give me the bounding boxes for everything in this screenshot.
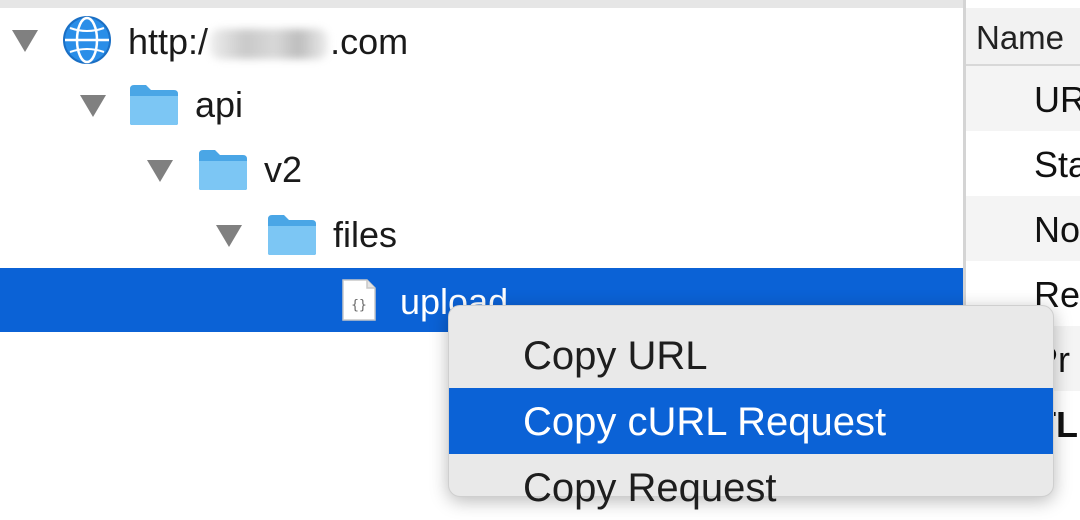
disclosure-triangle-icon[interactable] [12,30,38,52]
folder-icon [199,150,247,190]
menu-item-copy-request[interactable]: Copy Request [449,454,1053,520]
host-label: http:/.com [128,21,409,62]
tree-label: api [195,84,244,125]
folder-icon [130,85,178,125]
top-toolbar-edge [0,0,1080,8]
tree-row-files[interactable]: files [0,203,963,267]
svg-text:{}: {} [351,298,367,313]
disclosure-triangle-icon[interactable] [80,95,106,117]
menu-item-copy-curl-request[interactable]: Copy cURL Request [449,388,1053,454]
json-file-icon: {} [342,279,376,321]
globe-icon [63,16,111,64]
tree-label: files [333,214,398,255]
disclosure-triangle-icon[interactable] [216,225,242,247]
tree-row-v2[interactable]: v2 [0,138,963,202]
redacted-domain [210,29,329,60]
inspector-row: UR [966,66,1080,131]
tree-label: v2 [264,149,303,190]
column-header-name[interactable]: Name [966,8,1080,66]
folder-icon [268,215,316,255]
tree-row-api[interactable]: api [0,73,963,137]
disclosure-triangle-icon[interactable] [147,160,173,182]
menu-item-copy-url[interactable]: Copy URL [449,322,1053,388]
context-menu: Copy URL Copy cURL Request Copy Request [448,305,1054,510]
inspector-row: No [966,196,1080,261]
inspector-row: Sta [1034,144,1080,185]
tree-row-host[interactable]: http:/.com [0,8,963,72]
